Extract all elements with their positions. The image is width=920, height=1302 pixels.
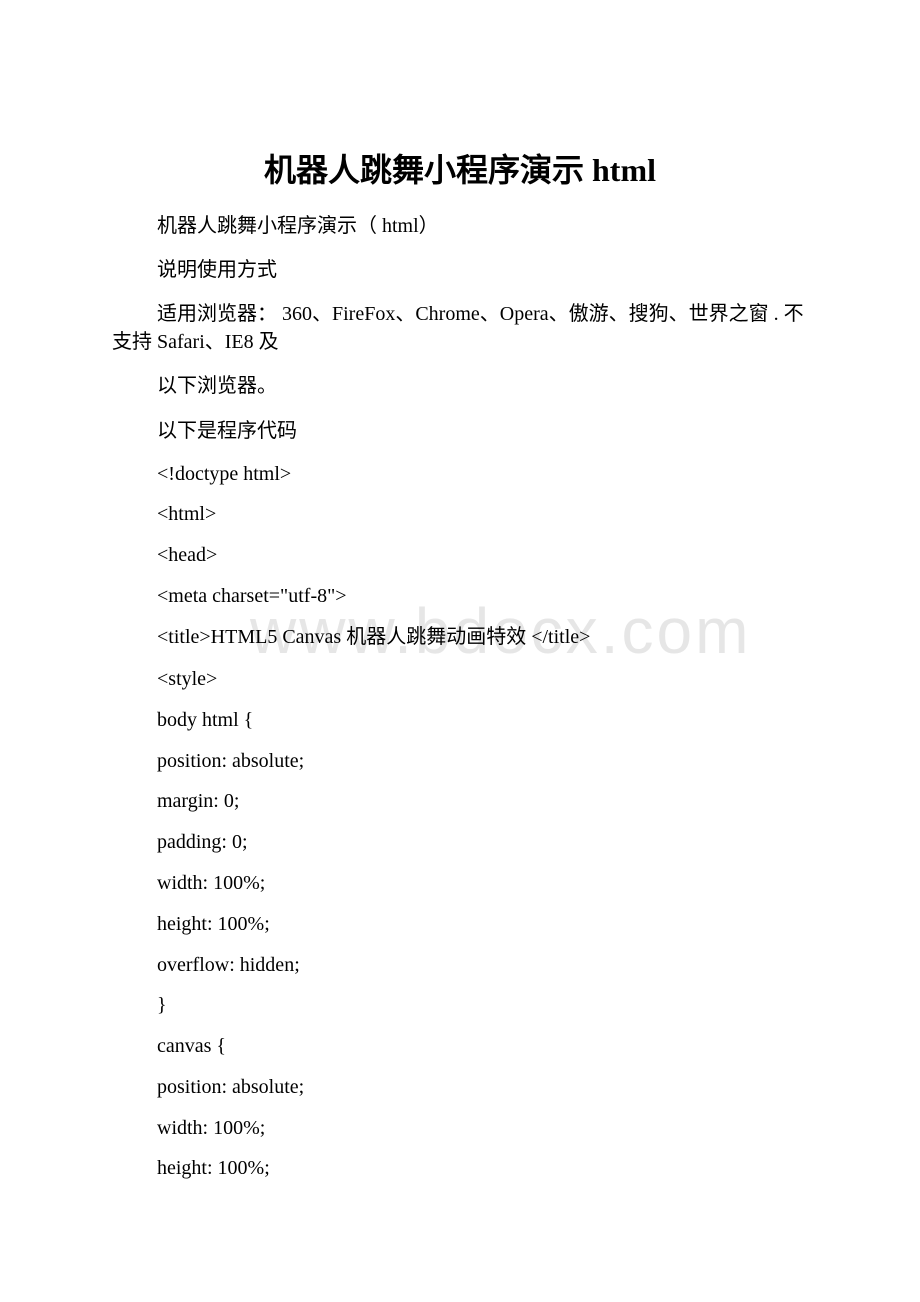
code-line: margin: 0;	[157, 790, 240, 812]
code-line: <meta charset="utf-8">	[157, 585, 347, 607]
paragraph-browsers-cont: 以下浏览器。	[157, 375, 277, 397]
document-page: 机器人跳舞小程序演示 html 机器人跳舞小程序演示（ html） 说明使用方式…	[0, 0, 920, 1302]
code-line: <head>	[157, 544, 218, 566]
code-line: position: absolute;	[157, 1076, 305, 1098]
code-line: canvas {	[157, 1035, 227, 1057]
code-line: height: 100%;	[157, 913, 270, 935]
code-line: width: 100%;	[157, 1117, 266, 1139]
code-line: <html>	[157, 503, 217, 525]
paragraph-usage-heading: 说明使用方式	[157, 259, 277, 281]
code-line: <title>HTML5 Canvas 机器人跳舞动画特效 </title>	[157, 626, 591, 648]
code-line: <style>	[157, 668, 218, 690]
code-line: }	[157, 994, 167, 1016]
code-line: overflow: hidden;	[157, 954, 300, 976]
page-title: 机器人跳舞小程序演示 html	[263, 152, 656, 188]
code-line: width: 100%;	[157, 872, 266, 894]
code-line: padding: 0;	[157, 831, 248, 853]
paragraph-browsers: 适用浏览器： 360、FireFox、Chrome、Opera、傲游、搜狗、世界…	[112, 303, 804, 353]
paragraph-subtitle: 机器人跳舞小程序演示（ html）	[157, 215, 439, 237]
code-line: position: absolute;	[157, 750, 305, 772]
code-line: height: 100%;	[157, 1157, 270, 1179]
paragraph-code-intro: 以下是程序代码	[157, 420, 297, 442]
code-line: <!doctype html>	[157, 463, 292, 485]
code-line: body html {	[157, 709, 254, 731]
